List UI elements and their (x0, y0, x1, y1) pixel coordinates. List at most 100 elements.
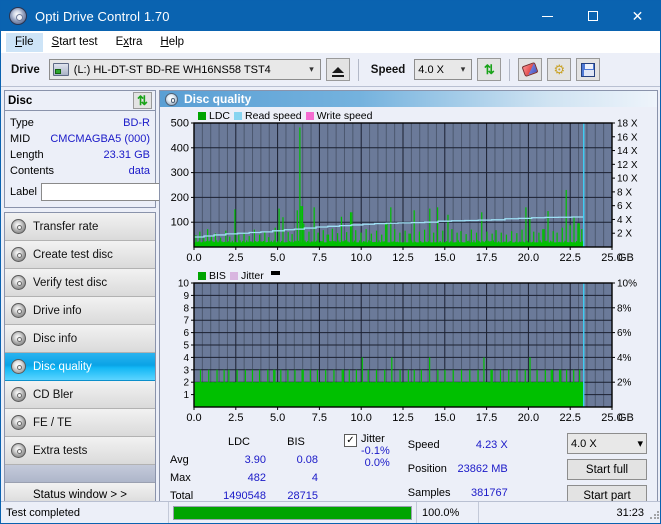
svg-text:18 X: 18 X (617, 119, 638, 130)
legend-swatch-read-speed (234, 112, 242, 120)
legend-item-write-speed: Write speed (306, 110, 373, 122)
svg-text:2 X: 2 X (617, 229, 632, 240)
svg-text:500: 500 (171, 118, 189, 130)
erase-button[interactable] (518, 58, 542, 81)
disc-refresh-button[interactable]: ⇅ (133, 92, 152, 109)
jitter-value-2: 0.0% (361, 457, 390, 469)
status-progress-percent: 100.0% (417, 502, 479, 524)
bis-chart[interactable]: BIS Jitter 123456789102%4%6%8%10%0.02.55… (160, 269, 657, 429)
jitter-checkbox[interactable]: ✓ (344, 434, 357, 447)
sidebar-item-cd-bler[interactable]: CD Bler (5, 381, 155, 409)
readout-value-speed: 4.23 X (458, 435, 513, 457)
status-progress-cell (169, 502, 417, 524)
legend-item-read-speed: Read speed (234, 110, 302, 122)
svg-text:GB: GB (618, 252, 634, 264)
sidebar-filler (5, 465, 155, 482)
menu-item-file[interactable]: FFileile (6, 33, 43, 52)
ldc-chart[interactable]: LDC Read speed Write speed 1002003004005… (160, 109, 657, 269)
table-row: Position 23862 MB (408, 459, 513, 481)
content-panel: Disc quality LDC Read speed Write speed … (159, 90, 658, 507)
minimize-button[interactable] (525, 1, 570, 31)
toolbar: Drive (L:) HL-DT-ST BD-RE WH16NS58 TST4 … (1, 53, 660, 87)
bis-chart-svg: 123456789102%4%6%8%10%0.02.55.07.510.012… (160, 269, 657, 429)
test-speed-select[interactable]: 4.0 X ▾ (567, 433, 647, 454)
status-elapsed-time: 31:23 (479, 502, 661, 524)
eject-button[interactable] (326, 58, 350, 81)
svg-text:8 X: 8 X (617, 187, 632, 198)
sidebar-item-disc-info[interactable]: Disc info (5, 325, 155, 353)
svg-text:20.0: 20.0 (518, 252, 539, 264)
drive-select[interactable]: (L:) HL-DT-ST BD-RE WH16NS58 TST4 ▾ (49, 59, 321, 80)
menu-item-help[interactable]: Help (151, 33, 193, 52)
close-button[interactable]: ✕ (615, 1, 660, 31)
sidebar-item-label: Transfer rate (33, 221, 98, 233)
tools-button[interactable]: ⚙ (547, 58, 571, 81)
disc-icon (11, 303, 26, 318)
jitter-group: ✓ Jitter -0.1% 0.0% (344, 433, 390, 506)
sidebar-item-drive-info[interactable]: Drive info (5, 297, 155, 325)
disc-panel-title: Disc (8, 95, 32, 107)
disc-row-key: Length (10, 147, 44, 163)
disc-panel: Disc ⇅ Type BD-R MID CMCMAGBA5 (000) Len… (4, 90, 156, 208)
disc-row-contents: Contents data (10, 163, 150, 179)
disc-icon (11, 219, 26, 234)
menu-item-extra[interactable]: Extra (107, 33, 152, 52)
svg-text:2.5: 2.5 (228, 412, 243, 424)
refresh-button[interactable]: ⇅ (477, 58, 501, 81)
disc-row-key: MID (10, 131, 30, 147)
svg-text:9: 9 (183, 291, 189, 302)
svg-text:10: 10 (178, 279, 190, 290)
svg-text:22.5: 22.5 (559, 252, 580, 264)
sidebar-item-extra-tests[interactable]: Extra tests (5, 437, 155, 465)
sidebar-item-label: Drive info (33, 305, 82, 317)
sidebar-item-label: FE / TE (33, 417, 72, 429)
sidebar-item-disc-quality[interactable]: Disc quality (5, 353, 155, 381)
disc-row-length: Length 23.31 GB (10, 147, 150, 163)
svg-text:100: 100 (171, 217, 189, 229)
start-full-button[interactable]: Start full (567, 459, 647, 480)
disc-icon (165, 93, 178, 106)
disc-row-type: Type BD-R (10, 115, 150, 131)
drive-icon (53, 63, 69, 76)
svg-text:17.5: 17.5 (476, 412, 497, 424)
stats-area: LDC BIS Avg 3.90 0.08 Max 482 4 Total (160, 429, 657, 506)
resize-grip-icon[interactable] (649, 510, 659, 520)
toolbar-divider (358, 59, 359, 81)
svg-text:16 X: 16 X (617, 132, 638, 143)
disc-icon (11, 331, 26, 346)
sidebar-item-transfer-rate[interactable]: Transfer rate (5, 213, 155, 241)
svg-text:6 X: 6 X (617, 201, 632, 212)
svg-text:12.5: 12.5 (392, 252, 413, 264)
sidebar-item-verify-test-disc[interactable]: Verify test disc (5, 269, 155, 297)
sidebar-item-fe-te[interactable]: FE / TE (5, 409, 155, 437)
drive-label: Drive (7, 64, 44, 76)
maximize-button[interactable] (570, 1, 615, 31)
legend-label-bis: BIS (209, 270, 226, 282)
disc-label-caption: Label (10, 186, 37, 198)
speed-select[interactable]: 4.0 X ▾ (414, 59, 472, 80)
disc-row-mid: MID CMCMAGBA5 (000) (10, 131, 150, 147)
legend-label-jitter: Jitter (241, 270, 264, 282)
eraser-icon (522, 62, 539, 77)
legend-item-jitter: Jitter (230, 270, 264, 282)
menu-item-start-test[interactable]: Start test (43, 33, 107, 52)
svg-text:7: 7 (183, 316, 189, 327)
toolbar-divider-2 (509, 59, 510, 81)
left-column: Disc ⇅ Type BD-R MID CMCMAGBA5 (000) Len… (4, 90, 156, 507)
sidebar-item-label: CD Bler (33, 389, 73, 401)
progress-bar-fill (174, 507, 411, 519)
chevron-down-icon: ▾ (637, 437, 643, 450)
sidebar-nav: Transfer rate Create test disc Verify te… (4, 212, 156, 507)
svg-text:0.0: 0.0 (186, 412, 201, 424)
stats-col-ldc: LDC (208, 433, 270, 451)
legend-label-write-speed: Write speed (317, 110, 373, 122)
svg-text:5: 5 (183, 341, 189, 352)
stats-row-label: Max (166, 470, 208, 488)
disc-label-row: Label (10, 182, 150, 202)
save-button[interactable] (576, 58, 600, 81)
sidebar-item-create-test-disc[interactable]: Create test disc (5, 241, 155, 269)
svg-text:14 X: 14 X (617, 146, 638, 157)
svg-text:7.5: 7.5 (312, 252, 327, 264)
progress-bar (173, 506, 412, 520)
refresh-icon: ⇅ (137, 93, 148, 109)
